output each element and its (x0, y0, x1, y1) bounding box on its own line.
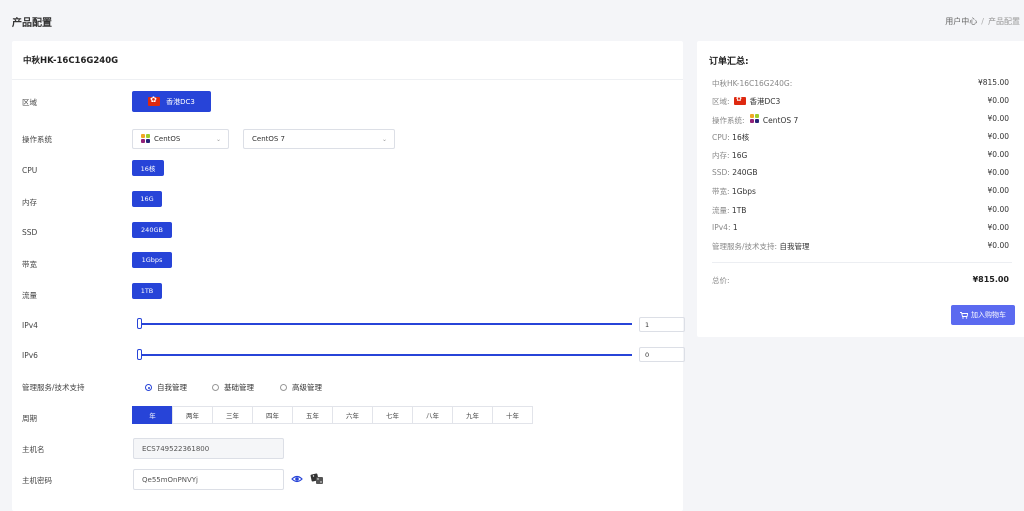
period-option-8y[interactable]: 八年 (412, 406, 453, 424)
os-version-select[interactable]: CentOS 7 ⌄ (243, 129, 395, 149)
summary-total: 总价: ¥815.00 (712, 275, 1009, 285)
os-family-select[interactable]: CentOS ⌄ (132, 129, 229, 149)
password-label: 主机密码 (22, 476, 52, 485)
summary-line-ipv4: IPv4: 1 ¥0.00 (712, 223, 1009, 232)
config-card: 中秋HK-16C16G240G 区域 香港DC3 操作系统 CentOS ⌄ C… (12, 41, 685, 511)
period-option-2y[interactable]: 两年 (172, 406, 213, 424)
traffic-label: 流量 (22, 291, 37, 300)
ipv6-label: IPv6 (22, 351, 38, 360)
ssd-label: SSD (22, 228, 38, 237)
cart-icon (960, 311, 968, 319)
centos-icon (749, 114, 760, 124)
chevron-down-icon: ⌄ (381, 136, 387, 143)
summary-line-management: 管理服务/技术支持: 自我管理 ¥0.00 (712, 241, 1009, 251)
ipv6-input[interactable]: 0 (639, 347, 685, 362)
summary-line-bandwidth: 带宽: 1Gbps ¥0.00 (712, 186, 1009, 196)
summary-line-region: 区域:香港DC3¥0.00 (712, 95, 1012, 107)
bandwidth-option-1gbps[interactable]: 1Gbps (132, 252, 172, 268)
dice-icon[interactable] (310, 472, 324, 485)
ipv4-slider-track[interactable] (140, 323, 632, 325)
region-option-hk-dc3[interactable]: 香港DC3 (132, 91, 211, 112)
period-option-7y[interactable]: 七年 (372, 406, 413, 424)
config-card-header: 中秋HK-16C16G240G (12, 41, 683, 80)
radio-basic-managed[interactable]: 基础管理 (212, 382, 254, 393)
summary-line-memory: 内存: 16G ¥0.00 (712, 150, 1009, 160)
ipv6-slider-track[interactable] (140, 354, 632, 356)
total-price: ¥815.00 (972, 275, 1009, 284)
summary-title: 订单汇总: (709, 57, 749, 67)
ipv4-slider-handle[interactable] (137, 318, 142, 329)
centos-icon (141, 134, 151, 144)
hostname-input[interactable]: ECS749522361800 (133, 438, 284, 459)
summary-line-traffic: 流量: 1TB ¥0.00 (712, 205, 1009, 215)
order-summary-card: 订单汇总: 中秋HK-16C16G240G:¥815.00 区域:香港DC3¥0… (697, 41, 1024, 337)
memory-label: 内存 (22, 198, 37, 207)
traffic-option-1tb[interactable]: 1TB (132, 283, 162, 299)
cpu-option-16[interactable]: 16核 (132, 160, 164, 176)
period-selector: 年 两年 三年 四年 五年 六年 七年 八年 九年 十年 (132, 406, 533, 424)
period-option-1y[interactable]: 年 (132, 406, 173, 424)
ssd-option-240gb[interactable]: 240GB (132, 222, 172, 238)
hong-kong-flag-icon (733, 95, 746, 105)
hostname-label: 主机名 (22, 445, 45, 454)
password-input[interactable]: Qe55mOnPNVYj (133, 469, 284, 490)
cpu-label: CPU (22, 166, 38, 175)
add-to-cart-button[interactable]: 加入购物车 (951, 305, 1015, 325)
ipv6-slider-handle[interactable] (137, 349, 142, 360)
ipv4-input[interactable]: 1 (639, 317, 685, 332)
summary-line-cpu: CPU: 16核 ¥0.00 (712, 132, 1009, 142)
chevron-down-icon: ⌄ (215, 136, 221, 143)
top-bar: 产品配置 用户中心 / 产品配置 (0, 0, 1024, 40)
product-name: 中秋HK-16C16G240G (23, 56, 119, 66)
ipv4-label: IPv4 (22, 321, 38, 330)
bandwidth-label: 带宽 (22, 260, 37, 269)
summary-line-ssd: SSD: 240GB ¥0.00 (712, 168, 1009, 177)
page-title: 产品配置 (12, 18, 52, 29)
period-option-9y[interactable]: 九年 (452, 406, 493, 424)
breadcrumb-user-center[interactable]: 用户中心 (945, 17, 977, 26)
os-label: 操作系统 (22, 135, 52, 144)
period-option-10y[interactable]: 十年 (492, 406, 533, 424)
period-label: 周期 (22, 414, 37, 423)
period-option-5y[interactable]: 五年 (292, 406, 333, 424)
region-label: 区域 (22, 98, 37, 107)
memory-option-16g[interactable]: 16G (132, 191, 162, 207)
eye-icon[interactable] (291, 474, 303, 484)
breadcrumb: 用户中心 / 产品配置 (945, 17, 1020, 26)
breadcrumb-current: 产品配置 (988, 17, 1020, 26)
summary-divider (712, 262, 1012, 263)
period-option-4y[interactable]: 四年 (252, 406, 293, 424)
summary-line-product: 中秋HK-16C16G240G: ¥815.00 (712, 78, 1009, 88)
summary-line-os: 操作系统: CentOS 7 ¥0.00 (712, 114, 1009, 125)
hong-kong-flag-icon (148, 95, 161, 106)
radio-advanced-managed[interactable]: 高级管理 (280, 382, 322, 393)
radio-self-managed[interactable]: 自我管理 (145, 382, 187, 393)
period-option-3y[interactable]: 三年 (212, 406, 253, 424)
period-option-6y[interactable]: 六年 (332, 406, 373, 424)
management-label: 管理服务/技术支持 (22, 383, 85, 392)
